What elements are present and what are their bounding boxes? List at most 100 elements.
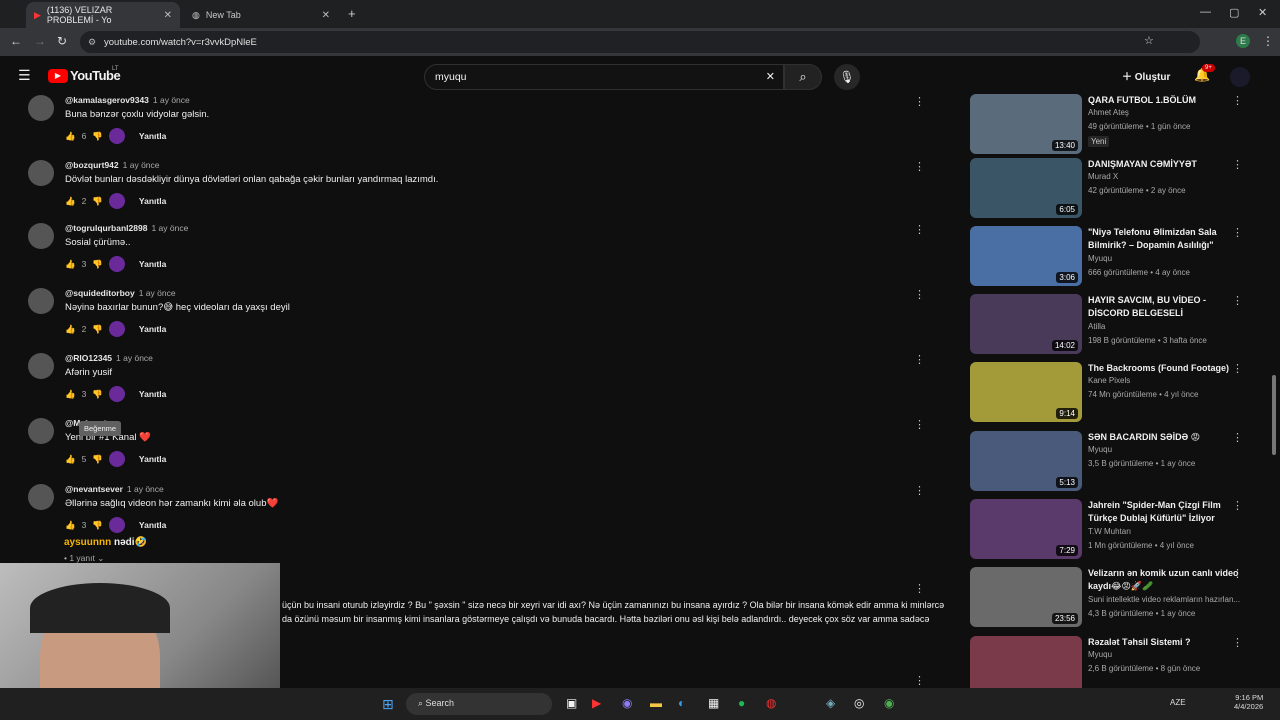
like-icon[interactable]: 👍	[65, 454, 76, 465]
edge-icon[interactable]: ◐	[678, 696, 685, 710]
tab-youtube[interactable]: ▶ (1136) VELIZAR PROBLEMİ - Yo ✕	[26, 2, 180, 28]
reply-button[interactable]: Yanıtla	[139, 196, 166, 206]
video-more-icon[interactable]: ⋮	[1232, 567, 1243, 580]
dislike-icon[interactable]: 👎	[92, 324, 103, 335]
task-view-icon[interactable]: ▣	[566, 696, 577, 710]
related-video[interactable]: 13:40 QARA FUTBOL 1.BÖLÜM Ahmet Ateş 49 …	[970, 94, 1260, 158]
dislike-icon[interactable]: 👎	[92, 196, 103, 207]
comment-more-icon[interactable]: ⋮	[914, 223, 925, 236]
video-thumbnail[interactable]: 7:29	[970, 499, 1082, 559]
avatar[interactable]	[28, 95, 54, 121]
comment-more-icon[interactable]: ⋮	[914, 288, 925, 301]
more-icon[interactable]: ⋮	[914, 674, 925, 687]
video-title[interactable]: Velizarın ən komik uzun canlı video kayd…	[1088, 567, 1248, 593]
minimize-button[interactable]: —	[1200, 6, 1211, 18]
avatar[interactable]	[28, 418, 54, 444]
related-video[interactable]: 7:29 Jahrein "Spider-Man Çizgi Film Türk…	[970, 499, 1260, 563]
video-channel[interactable]: Murad X	[1088, 172, 1118, 181]
video-more-icon[interactable]: ⋮	[1232, 636, 1243, 649]
menu-icon[interactable]: ☰	[18, 67, 31, 84]
window-close-button[interactable]: ✕	[1258, 6, 1267, 19]
folder-icon[interactable]: ▬	[650, 696, 662, 710]
video-title[interactable]: SƏN BACARDIN SƏİDƏ 😡	[1088, 431, 1248, 444]
video-more-icon[interactable]: ⋮	[1232, 226, 1243, 239]
app-icon[interactable]: ◍	[766, 696, 776, 710]
like-icon[interactable]: 👍	[65, 196, 76, 207]
video-title[interactable]: The Backrooms (Found Footage)	[1088, 362, 1248, 375]
video-more-icon[interactable]: ⋮	[1232, 362, 1243, 375]
comment-more-icon[interactable]: ⋮	[914, 160, 925, 173]
like-icon[interactable]: 👍	[65, 520, 76, 531]
video-title[interactable]: HAYIR SAVCIM, BU VİDEO - DİSCORD BELGESE…	[1088, 294, 1248, 320]
video-thumbnail[interactable]: 6:05	[970, 158, 1082, 218]
steam-icon[interactable]: ◈	[826, 696, 835, 710]
video-channel[interactable]: Myuqu	[1088, 254, 1112, 263]
video-channel[interactable]: Ahmet Ateş	[1088, 108, 1129, 117]
comment-author[interactable]: @bozqurt942 1 ay önce	[65, 160, 160, 170]
like-icon[interactable]: 👍	[65, 131, 76, 142]
language-indicator[interactable]: AZE	[1170, 698, 1186, 707]
tab-new[interactable]: ◍ New Tab ✕	[184, 2, 338, 28]
windows-start-icon[interactable]: ⊞	[382, 696, 394, 713]
spotify-icon[interactable]: ●	[738, 696, 745, 710]
like-icon[interactable]: 👍	[65, 259, 76, 270]
new-tab-button[interactable]: +	[348, 6, 356, 21]
like-icon[interactable]: 👍	[65, 324, 76, 335]
forward-button[interactable]: →	[34, 34, 46, 48]
maximize-button[interactable]: ▢	[1229, 6, 1239, 19]
video-more-icon[interactable]: ⋮	[1232, 94, 1243, 107]
url-field[interactable]: ⚙ youtube.com/watch?v=r3vvkDpNleE	[80, 31, 1200, 53]
video-thumbnail[interactable]: 3:06	[970, 226, 1082, 286]
dislike-icon[interactable]: 👎	[92, 454, 103, 465]
video-channel[interactable]: T.W Muhtarı	[1088, 527, 1131, 536]
avatar[interactable]	[1230, 67, 1250, 87]
related-video[interactable]: 9:14 The Backrooms (Found Footage) Kane …	[970, 362, 1260, 426]
video-more-icon[interactable]: ⋮	[1232, 158, 1243, 171]
store-icon[interactable]: ▦	[708, 696, 719, 710]
reply-button[interactable]: Yanıtla	[139, 324, 166, 334]
video-channel[interactable]: Suni intellektle video reklamların hazır…	[1088, 595, 1240, 604]
profile-avatar[interactable]: E	[1236, 34, 1250, 48]
video-title[interactable]: Rəzalət Təhsil Sistemi ?	[1088, 636, 1248, 649]
clear-search-icon[interactable]: ✕	[766, 70, 775, 83]
related-video[interactable]: 6:05 DANIŞMAYAN CƏMİYYƏT Murad X 42 görü…	[970, 158, 1260, 222]
reload-button[interactable]: ↻	[57, 34, 67, 48]
comment-more-icon[interactable]: ⋮	[914, 484, 925, 497]
video-more-icon[interactable]: ⋮	[1232, 294, 1243, 307]
browser-menu-icon[interactable]: ⋮	[1262, 34, 1274, 48]
dislike-icon[interactable]: 👎	[92, 389, 103, 400]
app-icon[interactable]: ◎	[854, 696, 864, 710]
comment-more-icon[interactable]: ⋮	[914, 353, 925, 366]
reply-button[interactable]: Yanıtla	[139, 520, 166, 530]
site-info-icon[interactable]: ⚙	[88, 37, 96, 48]
video-thumbnail[interactable]: 5:13	[970, 431, 1082, 491]
discord-icon[interactable]: ◉	[622, 696, 632, 710]
video-thumbnail[interactable]	[970, 636, 1082, 696]
close-icon[interactable]: ✕	[164, 10, 172, 21]
related-video[interactable]: 23:56 Velizarın ən komik uzun canlı vide…	[970, 567, 1260, 631]
related-video[interactable]: 14:02 HAYIR SAVCIM, BU VİDEO - DİSCORD B…	[970, 294, 1260, 358]
reply-button[interactable]: Yanıtla	[139, 389, 166, 399]
scrollbar[interactable]	[1272, 375, 1276, 455]
dislike-icon[interactable]: 👎	[92, 259, 103, 270]
search-input[interactable]: myuqu ✕	[424, 64, 784, 90]
comment-author[interactable]: @kamalasgerov9343 1 ay önce	[65, 95, 190, 105]
related-video[interactable]: 5:13 SƏN BACARDIN SƏİDƏ 😡 Myuqu 3,5 B gö…	[970, 431, 1260, 495]
video-thumbnail[interactable]: 13:40	[970, 94, 1082, 154]
comment-author[interactable]: @squideditorboy 1 ay önce	[65, 288, 176, 298]
avatar[interactable]	[28, 160, 54, 186]
video-thumbnail[interactable]: 14:02	[970, 294, 1082, 354]
video-channel[interactable]: Myuqu	[1088, 445, 1112, 454]
avatar[interactable]	[28, 288, 54, 314]
dislike-icon[interactable]: 👎	[92, 131, 103, 142]
taskbar-search[interactable]: ⌕ Search	[406, 693, 552, 715]
bookmark-star-icon[interactable]: ☆	[1144, 34, 1154, 47]
dislike-icon[interactable]: 👎	[92, 520, 103, 531]
video-title[interactable]: "Niyə Telefonu Əlimizdən Sala Bilmirik? …	[1088, 226, 1248, 252]
comment-more-icon[interactable]: ⋮	[914, 418, 925, 431]
comment-author[interactable]: @togrulqurbanl2898 1 ay önce	[65, 223, 188, 233]
video-channel[interactable]: Kane Pixels	[1088, 376, 1130, 385]
clock[interactable]: 9:16 PM 4/4/2026	[1234, 693, 1263, 711]
video-channel[interactable]: Myuqu	[1088, 650, 1112, 659]
video-thumbnail[interactable]: 9:14	[970, 362, 1082, 422]
